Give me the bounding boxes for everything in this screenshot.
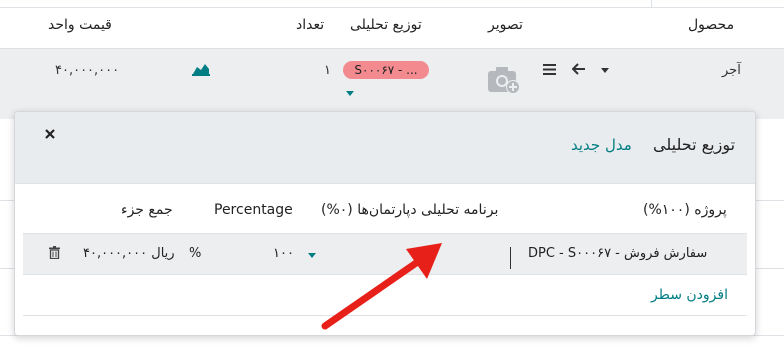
area-chart-icon[interactable] xyxy=(192,62,210,76)
column-header-unit-price[interactable]: قیمت واحد xyxy=(48,17,112,33)
column-header-project[interactable]: پروژه (۱۰۰%) xyxy=(643,202,727,218)
popup-title: توزیع تحلیلی xyxy=(653,135,736,154)
percentage-value[interactable]: ۱۰۰ xyxy=(273,246,294,261)
arrow-left-icon[interactable] xyxy=(572,63,586,75)
chevron-down-icon[interactable] xyxy=(346,91,354,96)
annotation-arrow xyxy=(321,243,442,330)
chevron-down-icon[interactable] xyxy=(601,68,609,73)
subtotal-value: ۴۰,۰۰۰,۰۰۰ ریال xyxy=(83,246,175,261)
column-header-department-plan[interactable]: برنامه تحلیلی دپارتمان‌ها (۰%) xyxy=(321,202,498,218)
product-name[interactable]: آجر xyxy=(722,63,741,78)
order-line-row[interactable] xyxy=(0,49,784,119)
add-line-link[interactable]: افزودن سطر xyxy=(651,287,728,303)
unit-price-value[interactable]: ۴۰,۰۰۰,۰۰۰ xyxy=(55,63,119,78)
analytic-account-value[interactable]: DPC - S۰۰۰۶۷ - سفارش فروش xyxy=(528,246,707,261)
new-model-link[interactable]: مدل جدید xyxy=(571,136,632,154)
column-header-product[interactable]: محصول xyxy=(688,17,734,33)
percent-sign: % xyxy=(189,246,202,261)
analytic-distribution-badge[interactable]: S۰۰۰۶۷ - ... xyxy=(343,61,429,79)
column-header-image[interactable]: تصویر xyxy=(488,17,523,33)
close-icon[interactable] xyxy=(45,129,55,139)
trash-icon[interactable] xyxy=(49,246,60,259)
text-cursor xyxy=(510,247,511,269)
column-header-analytic-distribution[interactable]: توزیع تحلیلی xyxy=(350,17,422,33)
column-header-quantity[interactable]: تعداد xyxy=(296,17,324,33)
tab-active[interactable] xyxy=(651,0,784,7)
column-header-percentage[interactable]: Percentage xyxy=(214,202,293,218)
hamburger-icon[interactable] xyxy=(543,64,556,75)
camera-add-icon[interactable] xyxy=(487,64,523,96)
column-header-subtotal[interactable]: جمع جزء xyxy=(121,202,173,218)
quantity-value[interactable]: ۱ xyxy=(324,63,331,78)
popup-header xyxy=(15,112,755,184)
